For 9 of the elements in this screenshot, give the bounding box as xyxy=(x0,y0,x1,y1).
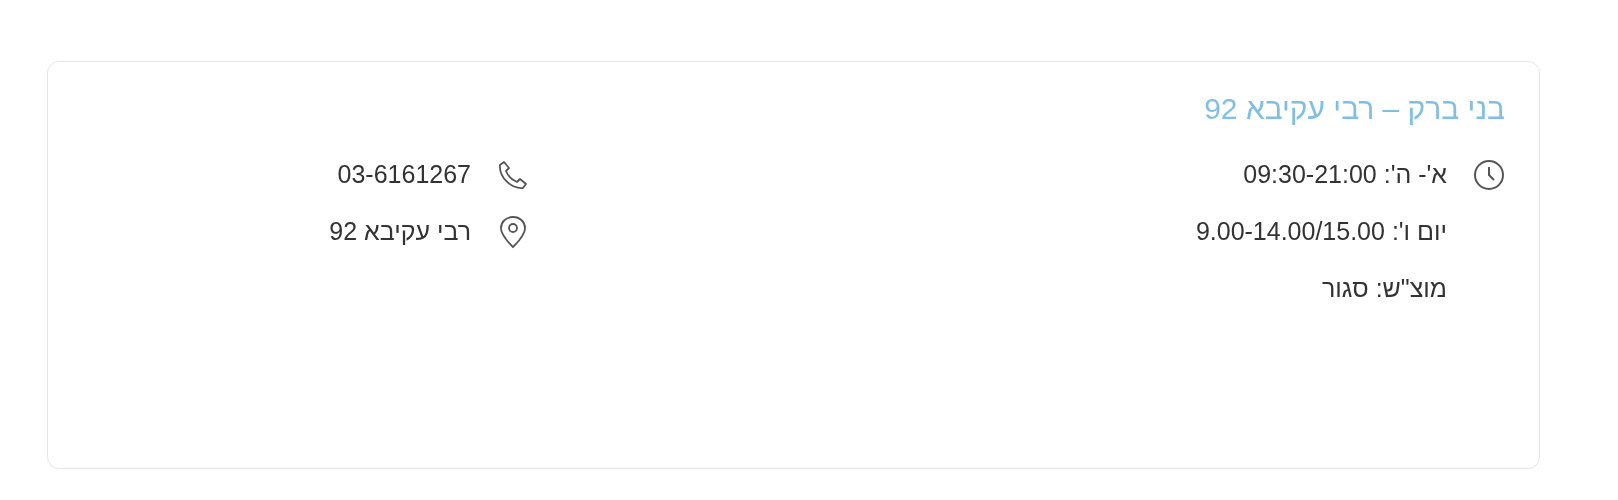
phone-icon xyxy=(497,158,529,191)
address-text: רבי עקיבא 92 xyxy=(329,217,471,246)
opening-hours-text: מוצ"ש: סגור xyxy=(1321,274,1447,303)
opening-hours-text: א'- ה': 09:30-21:00 xyxy=(1243,160,1447,189)
phone-number: 03-6161267 xyxy=(337,160,471,189)
clock-icon xyxy=(1473,158,1505,191)
opening-hours-text: יום ו': 9.00-14.00/15.00 xyxy=(1195,217,1447,246)
branch-title: בני ברק – רבי עקיבא 92 xyxy=(1204,91,1505,127)
location-pin-icon xyxy=(499,214,527,249)
